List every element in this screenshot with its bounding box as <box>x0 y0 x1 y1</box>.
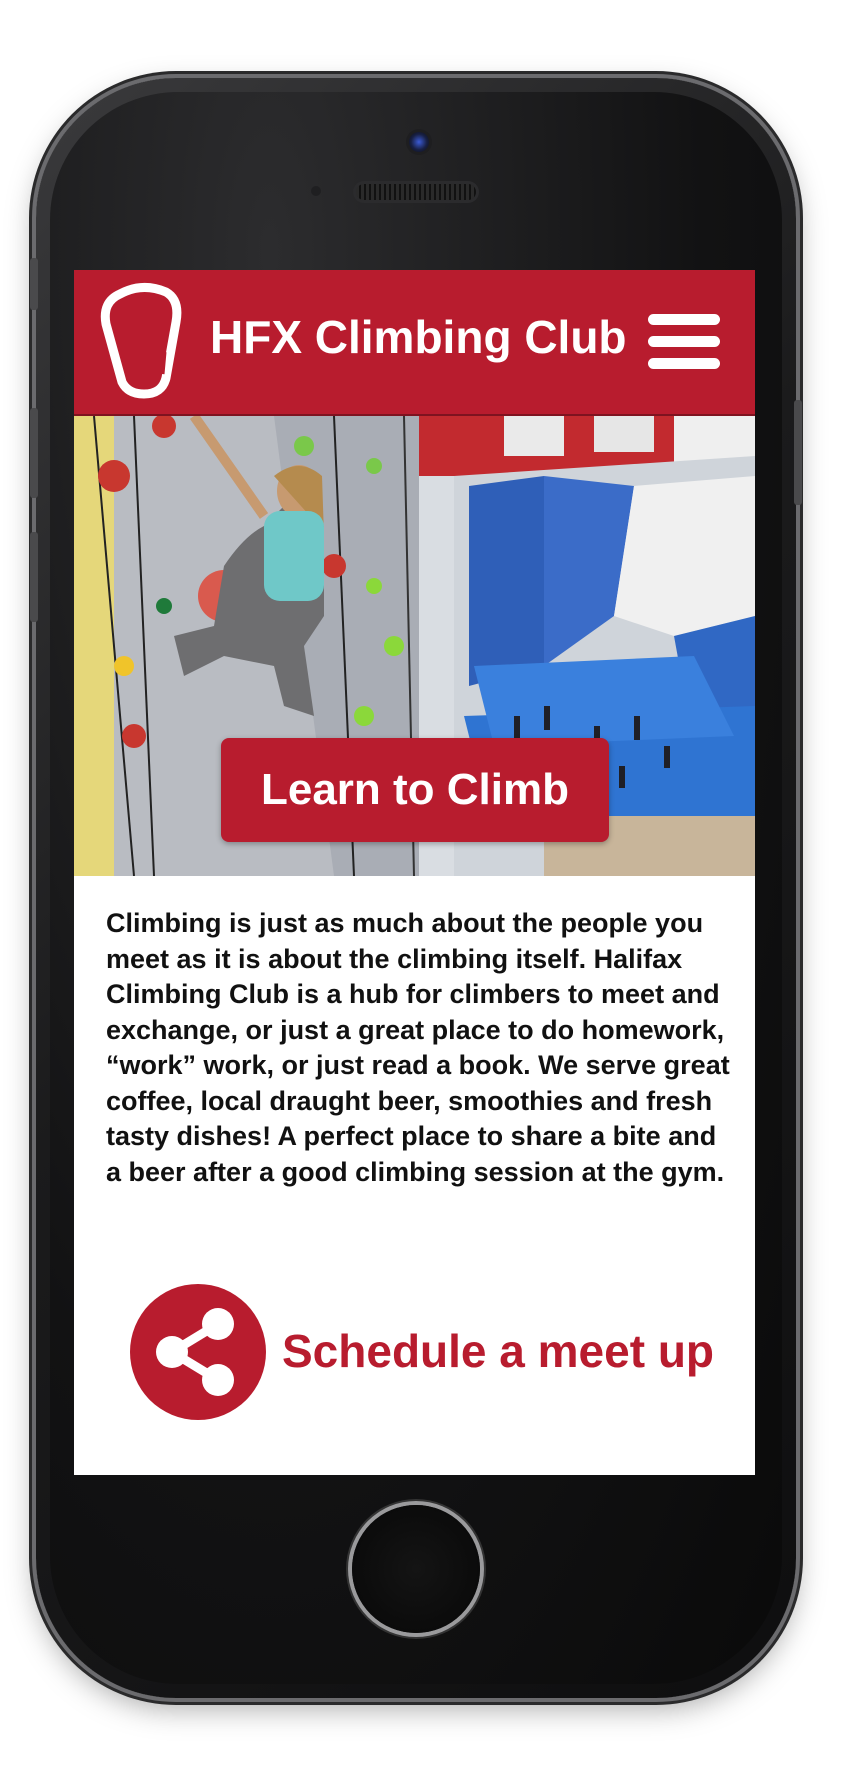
volume-up-button <box>30 258 38 310</box>
learn-to-climb-button[interactable]: Learn to Climb <box>221 738 609 842</box>
volume-down-button <box>30 532 38 622</box>
power-button <box>794 400 802 505</box>
volume-up-button <box>30 408 38 498</box>
home-button[interactable] <box>352 1505 480 1633</box>
hamburger-menu-icon[interactable] <box>648 314 720 370</box>
carabiner-icon[interactable] <box>100 282 184 402</box>
menu-bar <box>648 336 720 347</box>
schedule-meetup-label[interactable]: Schedule a meet up <box>282 1324 714 1378</box>
proximity-sensor <box>311 186 321 196</box>
front-camera <box>409 132 429 152</box>
app-screen: HFX Climbing Club Learn to Climb Climbin… <box>74 270 755 1475</box>
hero-image: Learn to Climb <box>74 416 755 876</box>
share-icon <box>156 1308 234 1396</box>
menu-bar <box>648 314 720 325</box>
app-title: HFX Climbing Club <box>210 311 627 363</box>
schedule-meetup-button[interactable]: Schedule a meet up <box>130 1284 730 1424</box>
app-header: HFX Climbing Club <box>74 270 755 416</box>
earpiece-speaker <box>356 184 476 200</box>
menu-bar <box>648 358 720 369</box>
share-icon-circle[interactable] <box>130 1284 266 1420</box>
intro-paragraph: Climbing is just as much about the peopl… <box>106 908 730 1187</box>
